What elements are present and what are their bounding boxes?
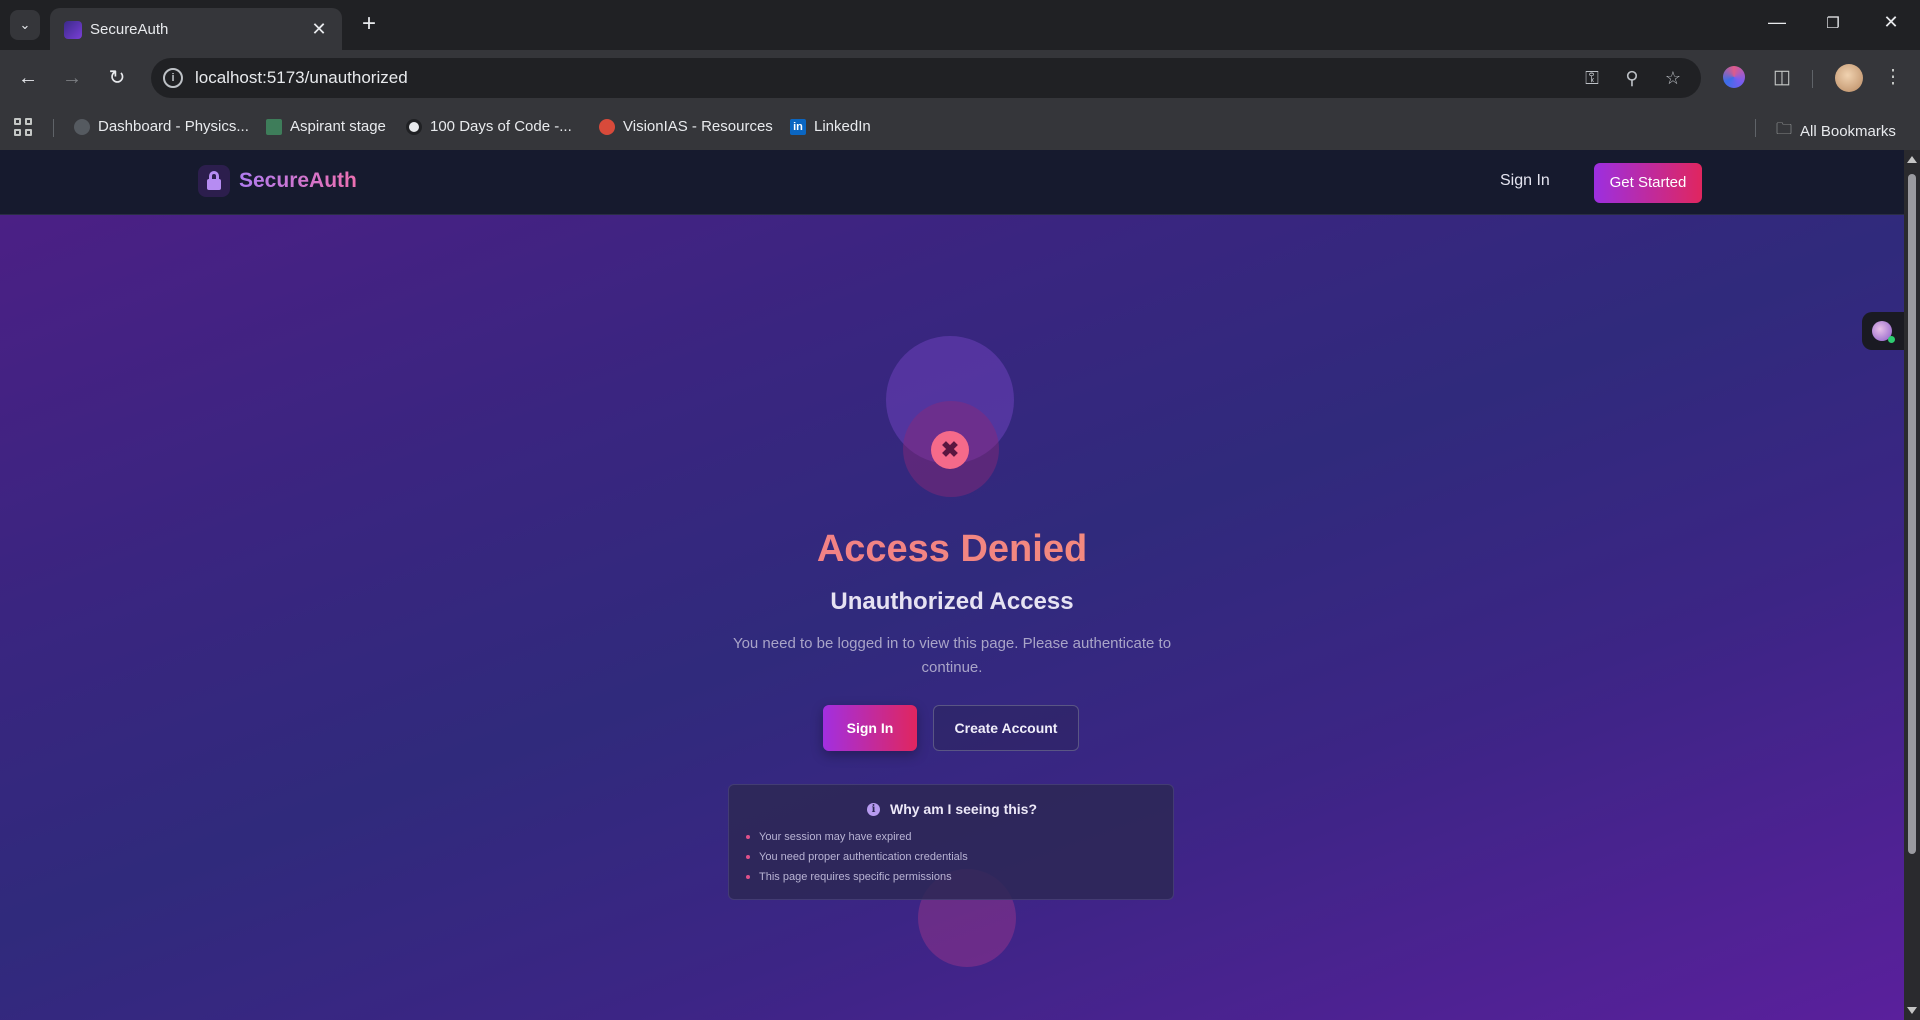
why-card-title: Why am I seeing this? <box>889 801 1038 817</box>
bookmarks-divider <box>53 119 54 137</box>
browser-toolbar: ← → ↻ i localhost:5173/unauthorized ⚿ ⚲ … <box>0 50 1920 106</box>
bookmark-label: VisionIAS - Resources <box>623 118 773 135</box>
linkedin-icon: in <box>790 118 806 135</box>
forward-arrow-icon[interactable]: → <box>58 64 86 92</box>
password-key-icon[interactable]: ⚿ <box>1580 68 1604 89</box>
unauthorized-page: SecureAuth Sign In Get Started ✖ Access … <box>0 150 1904 1020</box>
address-url[interactable]: localhost:5173/unauthorized <box>195 68 408 88</box>
window-minimize-icon[interactable]: — <box>1762 12 1792 33</box>
browser-menu-kebab-icon[interactable]: ⋮ <box>1880 66 1906 89</box>
tab-favicon-icon <box>64 21 82 39</box>
extensions-puzzle-icon[interactable]: ◫ <box>1769 66 1795 89</box>
page-scrollbar[interactable] <box>1904 150 1920 1020</box>
create-account-button[interactable]: Create Account <box>933 705 1079 751</box>
list-item: Your session may have expired <box>745 827 968 847</box>
bookmark-favicon-icon <box>406 118 422 135</box>
window-close-icon[interactable]: ✕ <box>1876 12 1906 33</box>
bookmark-label: Aspirant stage <box>290 118 386 135</box>
bookmark-item[interactable]: in LinkedIn <box>790 118 871 135</box>
bookmark-item[interactable]: Aspirant stage <box>266 118 386 135</box>
bookmark-favicon-icon <box>266 118 282 135</box>
why-card-header: i Why am I seeing this? <box>729 801 1175 817</box>
why-info-card: i Why am I seeing this? Your session may… <box>728 784 1174 900</box>
lock-icon <box>198 165 230 197</box>
browser-tab-strip: ⌄ SecureAuth ✕ + — ❐ ✕ <box>0 0 1920 50</box>
brand-logo[interactable]: SecureAuth <box>198 165 357 197</box>
x-icon: ✖ <box>931 431 969 469</box>
all-bookmarks-label: All Bookmarks <box>1800 123 1896 140</box>
reasons-list: Your session may have expired You need p… <box>745 827 968 887</box>
tab-search-chevron-icon[interactable]: ⌄ <box>10 10 40 40</box>
site-info-icon[interactable]: i <box>163 68 183 88</box>
bookmark-star-icon[interactable]: ☆ <box>1661 68 1685 89</box>
browser-tab-active[interactable]: SecureAuth ✕ <box>50 8 342 50</box>
profile-avatar[interactable] <box>1835 64 1863 92</box>
bookmarks-bar: Dashboard - Physics... Aspirant stage 10… <box>0 106 1920 150</box>
bookmark-label: Dashboard - Physics... <box>98 118 249 135</box>
brand-name: SecureAuth <box>239 169 357 192</box>
bookmark-favicon-icon <box>74 118 90 135</box>
bookmark-label: LinkedIn <box>814 118 871 135</box>
folder-icon: 🗀 <box>1776 121 1793 138</box>
back-arrow-icon[interactable]: ← <box>14 64 42 92</box>
apps-grid-icon[interactable] <box>14 118 34 138</box>
error-title: Access Denied <box>0 528 1904 571</box>
bookmark-label: 100 Days of Code -... <box>430 118 572 135</box>
scrollbar-thumb[interactable] <box>1908 174 1916 854</box>
scroll-up-arrow-icon[interactable] <box>1907 156 1917 163</box>
address-bar[interactable]: i localhost:5173/unauthorized ⚿ ⚲ ☆ <box>151 58 1701 98</box>
new-tab-plus-icon[interactable]: + <box>354 10 384 40</box>
reload-icon[interactable]: ↻ <box>103 64 131 92</box>
window-restore-icon[interactable]: ❐ <box>1818 14 1848 32</box>
bookmark-item[interactable]: 100 Days of Code -... <box>406 118 572 135</box>
list-item: This page requires specific permissions <box>745 867 968 887</box>
bookmark-item[interactable]: VisionIAS - Resources <box>599 118 773 135</box>
bookmarks-divider <box>1755 119 1756 137</box>
extension-brain-icon[interactable] <box>1723 66 1745 88</box>
app-navbar: SecureAuth Sign In Get Started <box>0 150 1904 215</box>
list-item: You need proper authentication credentia… <box>745 847 968 867</box>
error-description: You need to be logged in to view this pa… <box>732 635 1172 676</box>
online-status-dot <box>1888 336 1895 343</box>
toolbar-divider <box>1812 70 1813 88</box>
bookmark-favicon-icon <box>599 118 615 135</box>
page-viewport: SecureAuth Sign In Get Started ✖ Access … <box>0 150 1920 1020</box>
nav-signin-link[interactable]: Sign In <box>1500 172 1550 190</box>
scroll-down-arrow-icon[interactable] <box>1907 1007 1917 1014</box>
signin-button[interactable]: Sign In <box>823 705 917 751</box>
tab-close-icon[interactable]: ✕ <box>308 18 330 40</box>
info-icon: i <box>866 802 880 816</box>
floating-assistant-button[interactable] <box>1862 312 1904 350</box>
bookmark-item[interactable]: Dashboard - Physics... <box>74 118 249 135</box>
tab-title: SecureAuth <box>90 21 169 38</box>
get-started-button[interactable]: Get Started <box>1594 163 1702 203</box>
all-bookmarks-button[interactable]: 🗀 All Bookmarks <box>1776 118 1896 145</box>
zoom-icon[interactable]: ⚲ <box>1620 68 1644 89</box>
error-subtitle: Unauthorized Access <box>830 588 1074 615</box>
